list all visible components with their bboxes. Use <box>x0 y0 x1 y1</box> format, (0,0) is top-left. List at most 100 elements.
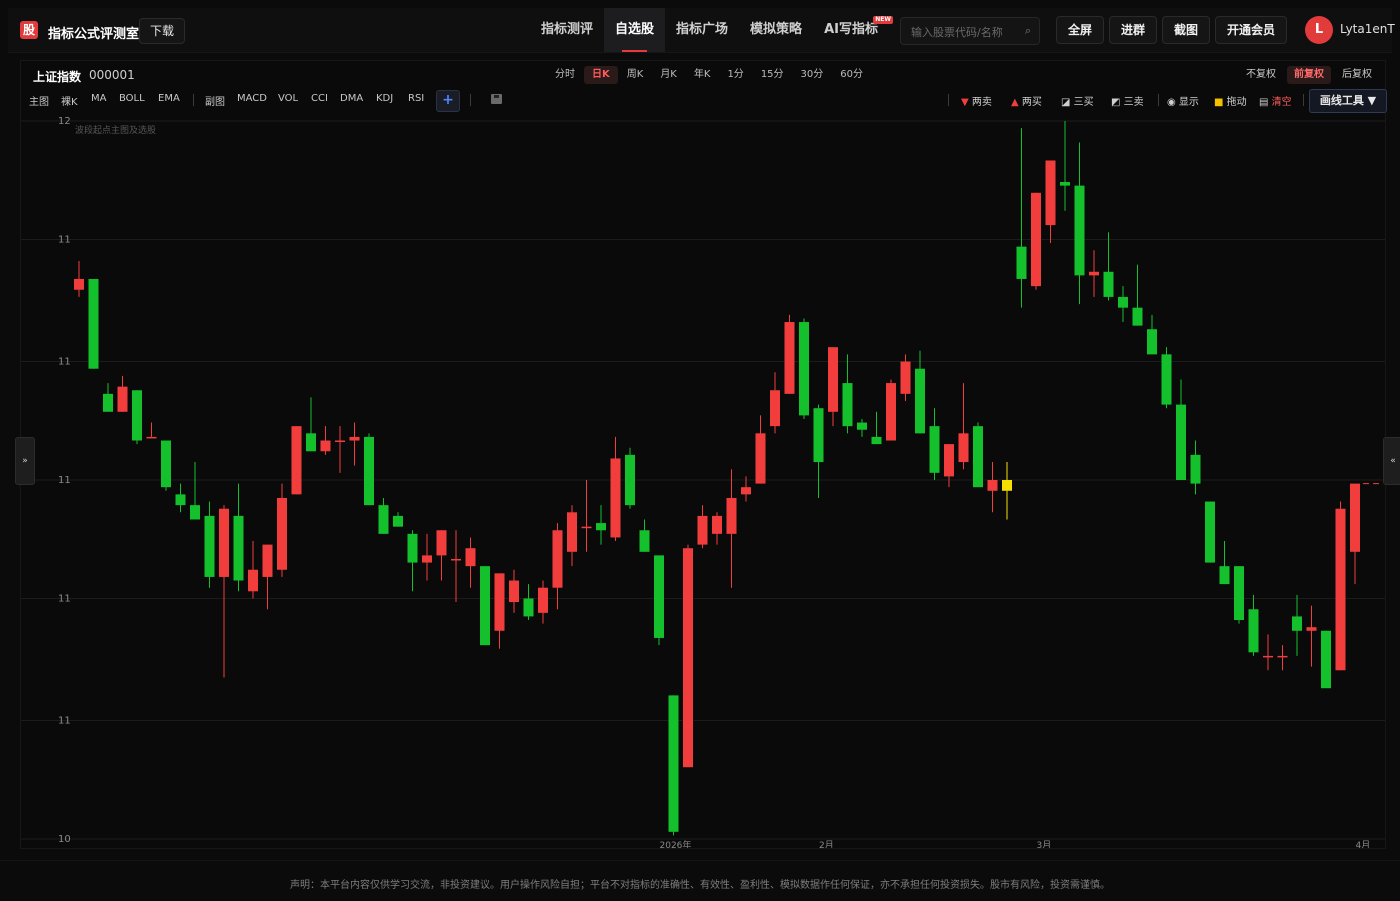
nav-item-watchlist[interactable]: 自选股 <box>604 8 666 52</box>
adjust-tab-forward[interactable]: 前复权 <box>1287 66 1331 84</box>
expand-left-button[interactable]: » <box>15 437 35 485</box>
drag-toggle[interactable]: ■ 拖动 <box>1214 93 1247 108</box>
period-tab-monthly[interactable]: 月K <box>652 66 685 84</box>
candle[interactable] <box>248 541 258 599</box>
save-icon[interactable] <box>491 94 502 104</box>
candle[interactable] <box>654 555 664 646</box>
candle[interactable] <box>567 505 577 567</box>
candle[interactable] <box>1350 483 1360 585</box>
candle[interactable] <box>1103 232 1114 301</box>
candle[interactable] <box>828 347 838 427</box>
search-icon[interactable]: ⌕ <box>1025 24 1031 38</box>
candle[interactable] <box>1234 566 1244 624</box>
nav-item-ai-indicator[interactable]: AI写指标 NEW <box>813 8 893 52</box>
candle[interactable] <box>552 523 563 610</box>
candle[interactable] <box>335 426 345 473</box>
expand-right-button[interactable]: « <box>1383 437 1400 485</box>
buy3-tool[interactable]: ◪ 三买 <box>1061 93 1094 108</box>
candle[interactable] <box>523 584 534 621</box>
add-indicator-button[interactable]: + <box>436 90 460 112</box>
candle[interactable] <box>451 530 461 603</box>
period-tab-yearly[interactable]: 年K <box>686 66 719 84</box>
candle[interactable] <box>639 519 650 552</box>
candle[interactable] <box>842 354 853 434</box>
indicator-ma[interactable]: MA <box>91 93 106 104</box>
candle[interactable] <box>683 544 693 768</box>
candle[interactable] <box>219 505 229 678</box>
vip-button[interactable]: 开通会员 <box>1215 16 1287 44</box>
candle[interactable] <box>146 422 157 439</box>
nav-item-indicator-review[interactable]: 指标测评 <box>530 8 604 52</box>
indicator-naked-k[interactable]: 裸K <box>61 93 78 108</box>
join-group-button[interactable]: 进群 <box>1109 16 1157 44</box>
candle[interactable] <box>987 462 998 513</box>
candle[interactable] <box>291 426 302 495</box>
candle[interactable] <box>1132 264 1143 326</box>
candle[interactable] <box>204 501 215 588</box>
candle[interactable] <box>306 397 316 452</box>
candle[interactable] <box>1118 286 1128 323</box>
candle[interactable] <box>175 483 186 513</box>
candle[interactable] <box>770 372 780 434</box>
buy2-tool[interactable]: ▲ 两买 <box>1011 93 1042 108</box>
candle[interactable] <box>1219 541 1230 585</box>
candle[interactable] <box>1277 645 1288 671</box>
candle[interactable] <box>494 573 505 649</box>
indicator-rsi[interactable]: RSI <box>408 93 424 104</box>
download-button[interactable]: 下载 <box>139 18 185 44</box>
sell2-tool[interactable]: ▼ 两卖 <box>961 93 992 108</box>
indicator-sub-chart[interactable]: 副图 <box>205 93 225 108</box>
sell3-tool[interactable]: ◩ 三卖 <box>1111 93 1144 108</box>
screenshot-button[interactable]: 截图 <box>1162 16 1210 44</box>
indicator-ema[interactable]: EMA <box>158 93 180 104</box>
candle[interactable] <box>349 422 360 466</box>
candle[interactable] <box>117 375 128 412</box>
candle[interactable] <box>422 533 432 581</box>
candle[interactable] <box>364 433 374 506</box>
candle[interactable] <box>1190 440 1201 495</box>
candle[interactable] <box>190 462 200 520</box>
candle[interactable] <box>277 483 287 577</box>
candle[interactable] <box>480 566 490 646</box>
candle[interactable] <box>1176 379 1186 480</box>
candle[interactable] <box>610 436 621 542</box>
period-tab-weekly[interactable]: 周K <box>619 66 652 84</box>
candle[interactable] <box>929 408 940 480</box>
adjust-tab-none[interactable]: 不复权 <box>1239 66 1283 84</box>
candle[interactable] <box>697 505 708 549</box>
candle[interactable] <box>958 383 969 470</box>
candle[interactable] <box>1263 634 1273 671</box>
candle[interactable] <box>320 426 331 455</box>
candle[interactable] <box>161 440 171 491</box>
show-toggle[interactable]: ◉ 显示 <box>1167 93 1199 108</box>
period-tab-1min[interactable]: 1分 <box>719 66 751 84</box>
candle[interactable] <box>1060 121 1070 211</box>
candle[interactable] <box>538 580 548 624</box>
username[interactable]: Lyta1enT <box>1340 22 1395 36</box>
period-tab-30min[interactable]: 30分 <box>793 66 832 84</box>
candle[interactable] <box>1147 314 1157 355</box>
indicator-boll[interactable]: BOLL <box>119 93 145 104</box>
candle[interactable] <box>886 379 896 441</box>
candle[interactable] <box>103 383 113 412</box>
candle[interactable] <box>1205 501 1215 563</box>
candle[interactable] <box>726 469 737 588</box>
nav-item-sim-strategy[interactable]: 模拟策略 <box>739 8 813 52</box>
candle[interactable] <box>233 483 244 592</box>
candle[interactable] <box>1248 594 1259 656</box>
candle[interactable] <box>1074 142 1085 305</box>
candle[interactable] <box>1031 192 1041 290</box>
candle[interactable] <box>813 404 824 498</box>
candle[interactable] <box>755 415 766 484</box>
nav-item-indicator-plaza[interactable]: 指标广场 <box>665 8 739 52</box>
candle[interactable] <box>1335 501 1346 671</box>
avatar[interactable]: L <box>1305 16 1333 44</box>
candle[interactable] <box>596 505 606 545</box>
indicator-vol[interactable]: VOL <box>278 93 298 104</box>
candle[interactable] <box>1306 605 1317 667</box>
period-tab-daily[interactable]: 日K <box>584 66 618 84</box>
indicator-dma[interactable]: DMA <box>340 93 363 104</box>
candle[interactable] <box>784 314 795 394</box>
candle[interactable] <box>465 537 476 588</box>
candle[interactable] <box>1016 128 1027 308</box>
